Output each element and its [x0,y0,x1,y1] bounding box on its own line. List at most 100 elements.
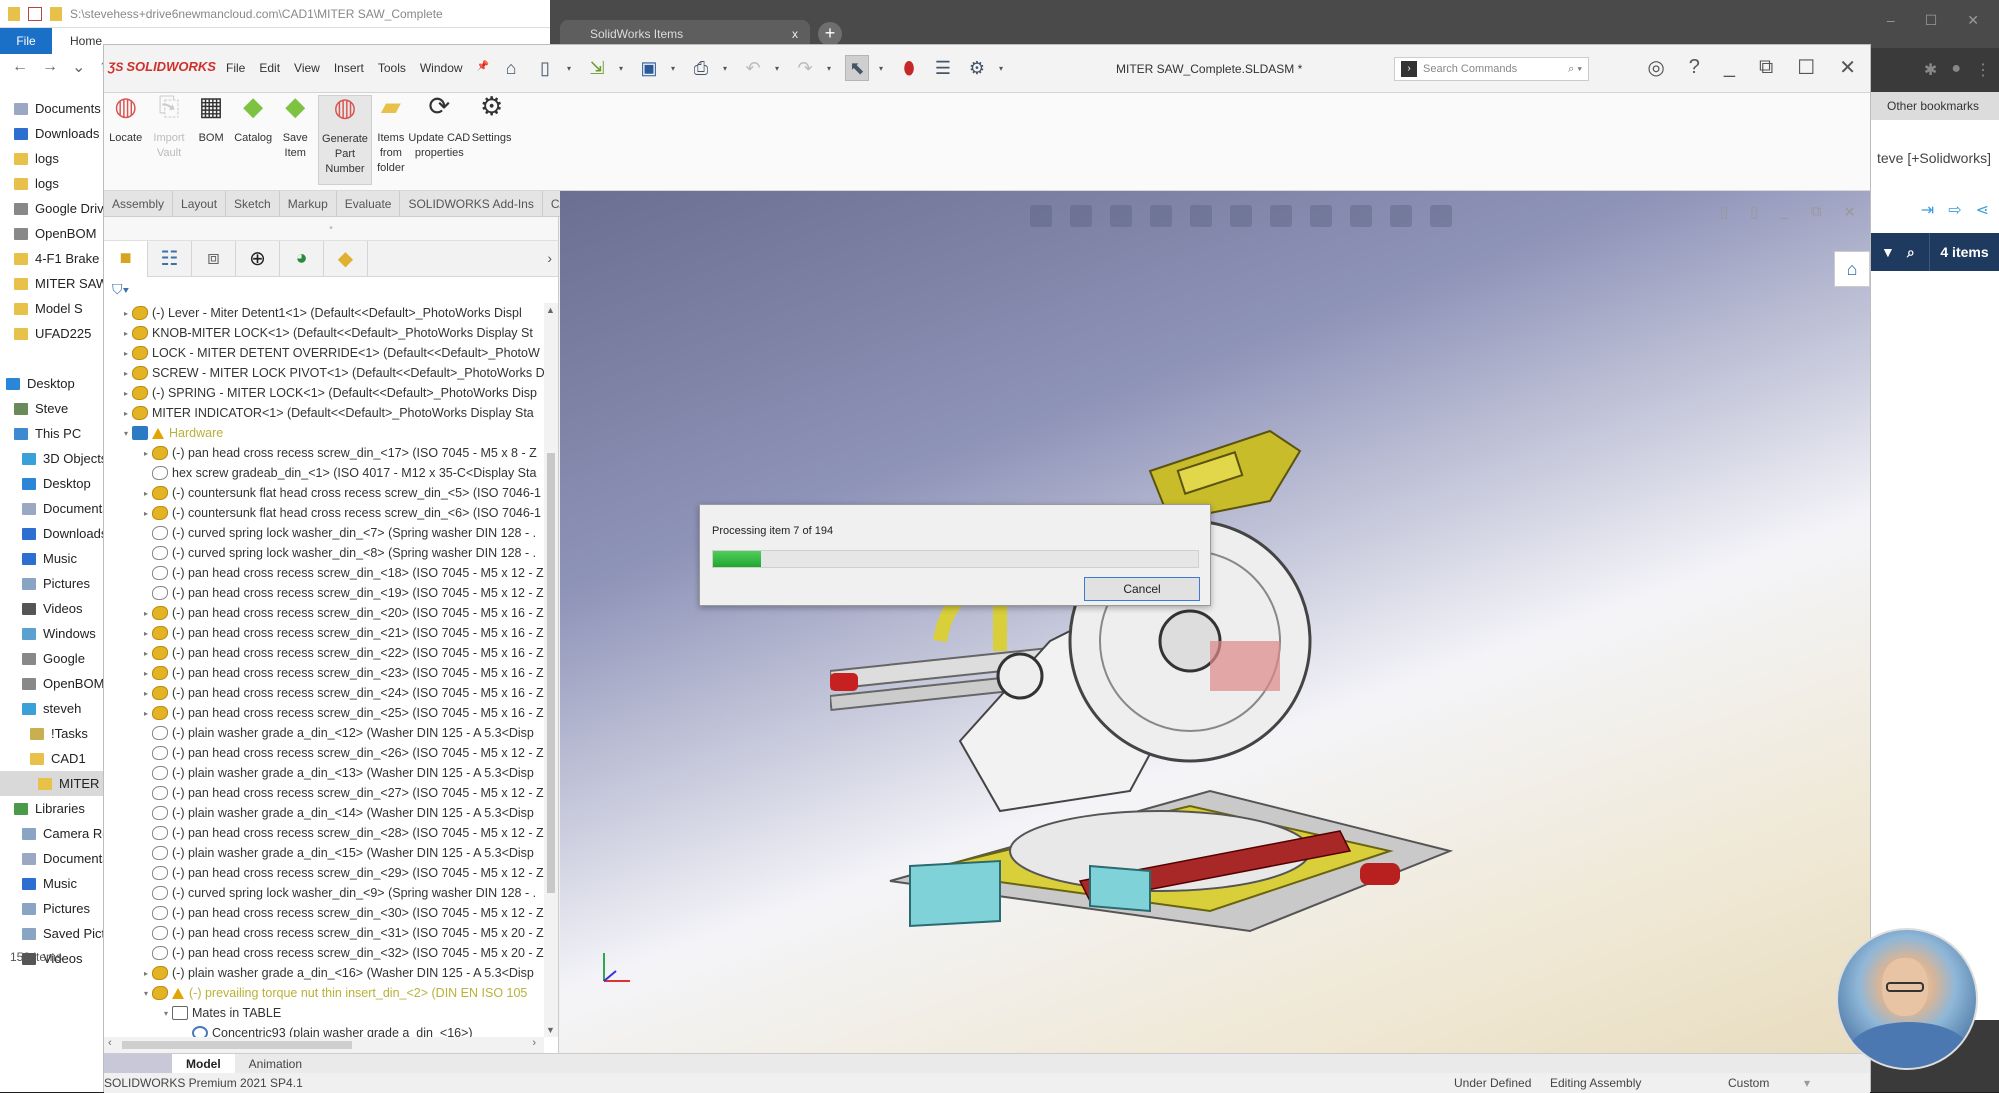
nav-item[interactable]: logs [0,171,112,196]
nav-item[interactable]: 4-F1 Brake [0,246,112,271]
close-icon[interactable]: ✕ [1843,203,1856,221]
profile-icon[interactable]: ● [1951,60,1961,80]
restore-window-icon[interactable]: ⧉ [1759,56,1773,79]
tree-node[interactable]: (-) pan head cross recess screw_din_<32>… [104,943,544,963]
tree-node[interactable]: ▸ (-) plain washer grade a_din_<16> (Wash… [104,963,544,983]
nav-item[interactable]: CAD1 [0,746,112,771]
save-icon[interactable]: ▣ [637,55,661,81]
new-document-icon[interactable]: ▯ [533,55,557,81]
menu-item[interactable]: View [294,61,320,75]
redo-icon[interactable]: ↷ [793,55,817,81]
pin-menu-icon[interactable]: 📌 [477,61,489,75]
expand-chevron-icon[interactable]: ▸ [140,649,152,658]
user-account-icon[interactable]: ◎ [1647,55,1664,80]
tab-layout[interactable]: Layout [173,191,227,216]
dropdown-icon[interactable]: ▾ [671,64,679,73]
nav-item[interactable]: Saved Pictures [0,921,112,946]
minimize-icon[interactable]: _ [1724,56,1735,79]
cancel-button[interactable]: Cancel [1084,577,1200,601]
properties-icon[interactable] [28,6,42,21]
expand-chevron-icon[interactable]: ▸ [140,609,152,618]
collapse-chevron-icon[interactable]: ▾ [120,429,132,438]
openbom-pane-tab[interactable]: ◆ [324,240,368,277]
tree-node[interactable]: (-) curved spring lock washer_din_<7> (S… [104,523,544,543]
dropdown-icon[interactable]: ▾ [999,64,1007,73]
maximize-icon[interactable]: ☐ [1797,55,1815,80]
dropdown-icon[interactable]: ▾ [567,64,575,73]
dimxpert-tab[interactable]: ⊕ [236,240,280,277]
nav-item[interactable]: Steve [0,396,112,421]
solidworks-logo[interactable]: ƷS SOLIDWORKS [108,59,216,74]
split-left-icon[interactable]: ▯ [1720,203,1728,221]
expand-chevron-icon[interactable]: ▸ [140,969,152,978]
view-orientation-icon[interactable] [1230,205,1252,227]
nav-item[interactable]: Pictures [0,896,112,921]
extensions-icon[interactable]: ✱ [1924,60,1937,80]
tree-node[interactable]: (-) pan head cross recess screw_din_<26>… [104,743,544,763]
import-vault-button[interactable]: ⎘ Import Vault [150,93,188,161]
nav-item[interactable]: steveh [0,696,112,721]
tree-node[interactable]: ▸ KNOB-MITER LOCK<1> (Default<<Default>_P… [104,323,544,343]
menu-item[interactable]: Insert [334,61,364,75]
menu-icon[interactable]: ⋮ [1975,60,1991,80]
tab-solidworks-add-ins[interactable]: SOLIDWORKS Add-Ins [400,191,543,216]
display-style-icon[interactable] [1270,205,1292,227]
units-dropdown-icon[interactable]: ▾ [1804,1073,1810,1093]
import-icon[interactable]: ⇥ [1921,200,1934,220]
pane-splitter-handle[interactable]: • [104,217,558,241]
tree-node[interactable]: (-) plain washer grade a_din_<14> (Washe… [104,803,544,823]
display-manager-tab[interactable]: ◕ [280,240,324,277]
open-icon[interactable]: ⇲ [585,55,609,81]
feature-tree-tab[interactable]: ■ [104,240,148,277]
graphics-area[interactable]: ▯ ▯ _ ⧉ ✕ ⌂ [560,191,1870,1053]
tree-vertical-scrollbar[interactable]: ▲ ▼ [544,303,558,1037]
tab-animation[interactable]: Animation [235,1054,316,1073]
menu-item[interactable]: Window [420,61,463,75]
tab-scroll-arrows[interactable] [104,1054,172,1073]
more-tabs-chevron-icon[interactable]: › [547,250,552,266]
tab-model[interactable]: Model [172,1054,235,1073]
dropdown-icon[interactable]: ▾ [775,64,783,73]
expand-chevron-icon[interactable]: ▸ [120,409,132,418]
settings-gear-button[interactable]: ⚙ Settings [466,93,517,146]
previous-view-icon[interactable] [1110,205,1132,227]
tree-node[interactable]: ▸ (-) pan head cross recess screw_din_<23… [104,663,544,683]
tree-node[interactable]: ▾ Mates in TABLE [104,1003,544,1023]
explorer-home-tab[interactable]: Home [52,34,102,48]
tree-node[interactable]: (-) plain washer grade a_din_<12> (Washe… [104,723,544,743]
tab-assembly[interactable]: Assembly [104,191,174,216]
close-tab-icon[interactable]: x [792,27,798,41]
nav-item[interactable]: Camera Roll [0,821,112,846]
undo-icon[interactable]: ↶ [741,55,765,81]
tree-node[interactable]: ▸ (-) pan head cross recess screw_din_<24… [104,683,544,703]
nav-item[interactable]: Desktop [0,471,112,496]
save-item-button[interactable]: ◆ Save Item [277,93,313,161]
dynamic-annotation-icon[interactable] [1190,205,1212,227]
dropdown-icon[interactable]: ▾ [879,64,887,73]
menu-item[interactable]: File [226,61,245,75]
expand-chevron-icon[interactable]: ▸ [140,509,152,518]
tree-node[interactable]: (-) curved spring lock washer_din_<8> (S… [104,543,544,563]
tree-node[interactable]: (-) curved spring lock washer_din_<9> (S… [104,883,544,903]
nav-item[interactable]: Documents [0,846,112,871]
nav-item[interactable]: Music [0,546,112,571]
tree-node[interactable]: (-) pan head cross recess screw_din_<27>… [104,783,544,803]
zoom-to-fit-icon[interactable] [1030,205,1052,227]
expand-chevron-icon[interactable]: ▸ [120,369,132,378]
tree-node[interactable]: ▸ (-) SPRING - MITER LOCK<1> (Default<<De… [104,383,544,403]
bom-grid-button[interactable]: ▦ BOM [193,93,229,146]
search-commands[interactable]: › Search Commands ⌕ ▾ [1394,57,1589,81]
tree-node[interactable]: (-) plain washer grade a_din_<15> (Washe… [104,843,544,863]
tree-node[interactable]: (-) pan head cross recess screw_din_<28>… [104,823,544,843]
nav-item[interactable]: OpenBOM [0,671,112,696]
edit-appearance-icon[interactable] [1350,205,1372,227]
explorer-file-tab[interactable]: File [0,28,52,54]
tree-node[interactable]: (-) pan head cross recess screw_din_<18>… [104,563,544,583]
other-bookmarks[interactable]: Other bookmarks [1869,92,1999,120]
nav-item[interactable]: Google Drive [0,196,112,221]
nav-item[interactable]: logs [0,146,112,171]
close-icon[interactable]: ✕ [1967,12,1979,29]
update-cad-button[interactable]: ⟳ Update CAD properties [405,93,474,161]
scroll-right-icon[interactable]: › [532,1037,536,1049]
nav-item[interactable]: OpenBOM [0,221,112,246]
